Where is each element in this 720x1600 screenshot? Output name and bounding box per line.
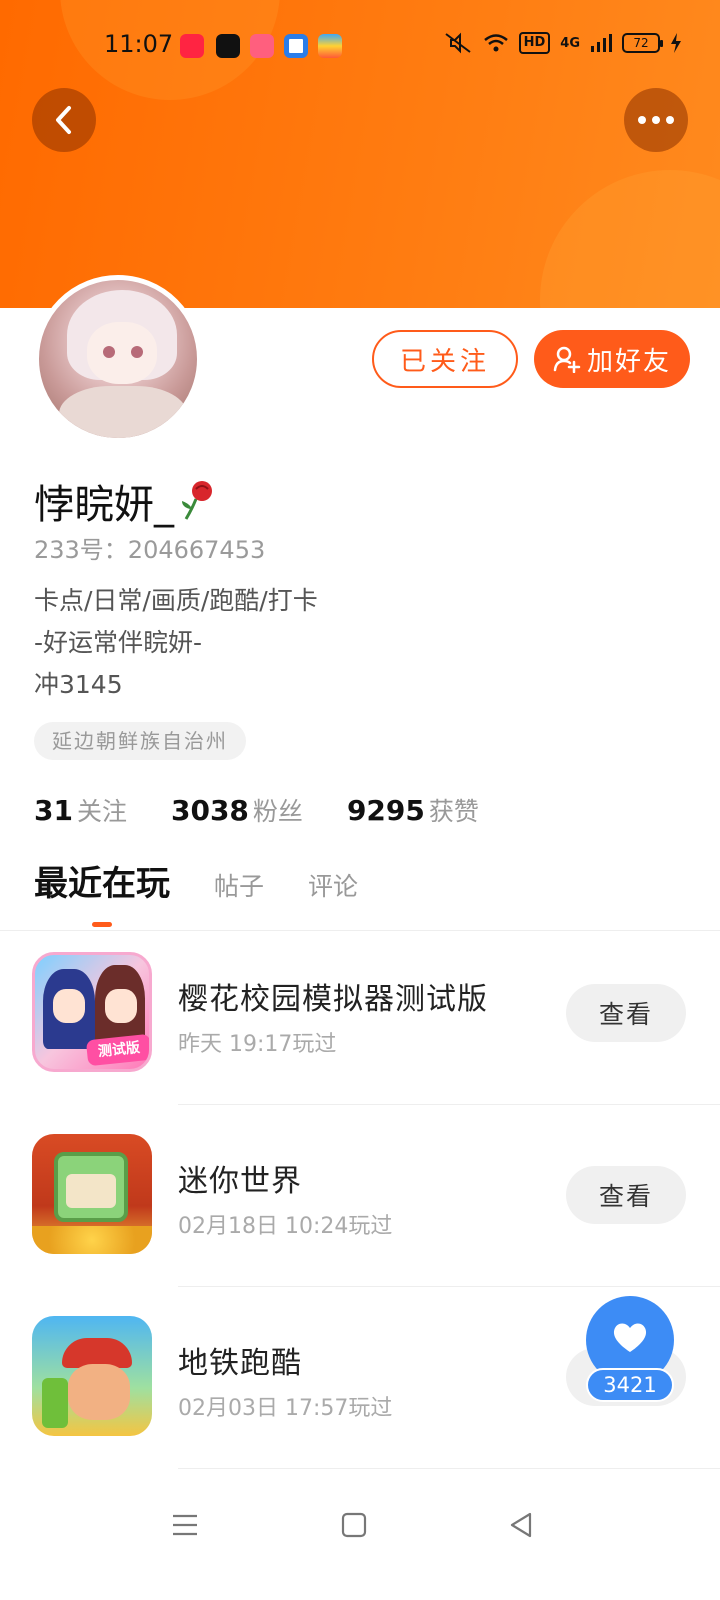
game-row[interactable]: 测试版 樱花校园模拟器测试版 昨天 19:17玩过 查看 [0, 952, 720, 1136]
divider [0, 930, 720, 931]
user-id: 233号：204667453 [34, 536, 266, 564]
add-user-icon [553, 346, 581, 373]
menu-icon[interactable] [172, 1512, 198, 1538]
stat-label: 关注 [76, 797, 127, 826]
status-indicators: HD 4G 72 [443, 32, 682, 54]
mini-world-game-icon[interactable] [32, 1134, 152, 1254]
browser-icon [284, 34, 308, 58]
icon-art [32, 1226, 152, 1254]
game-title: 樱花校园模拟器测试版 [178, 982, 488, 1017]
signal-icon [591, 34, 612, 52]
add-friend-label: 加好友 [586, 346, 671, 377]
music-icon [250, 34, 274, 58]
stat-label: 获赞 [428, 797, 479, 826]
like-count: 3421 [586, 1368, 674, 1402]
bio: 卡点/日常/画质/跑酷/打卡 -好运常伴睆妍- 冲3145 [34, 580, 318, 706]
profile-tabs: 最近在玩 帖子 评论 [34, 856, 358, 905]
subway-surfers-game-icon[interactable] [32, 1316, 152, 1436]
battery-indicator: 72 [622, 33, 663, 53]
tab-recently-played[interactable]: 最近在玩 [34, 856, 170, 905]
add-friend-button[interactable]: 加好友 [534, 330, 690, 388]
likes-stat[interactable]: 9295 获赞 [347, 792, 479, 828]
location-tag: 延边朝鲜族自治州 [34, 722, 246, 760]
avatar-art [87, 322, 157, 384]
stat-value: 31 [34, 794, 73, 827]
status-time: 11:07 [104, 30, 174, 58]
game-last-played: 02月18日 10:24玩过 [178, 1214, 393, 1239]
game-title: 迷你世界 [178, 1164, 302, 1199]
system-nav-bar [0, 1490, 720, 1560]
avatar[interactable] [34, 275, 202, 443]
view-game-button[interactable]: 查看 [566, 984, 686, 1042]
game-row[interactable]: 迷你世界 02月18日 10:24玩过 查看 [0, 1134, 720, 1318]
stat-label: 粉丝 [252, 797, 303, 826]
profile-stats: 31 关注 3038 粉丝 9295 获赞 [34, 792, 479, 828]
profile-header-banner: 11:07 HD 4G 72 [0, 0, 720, 308]
username-row: 悖睆妍_ [34, 472, 218, 530]
more-dots-icon [638, 116, 674, 124]
avatar-art [131, 346, 143, 358]
tab-posts[interactable]: 帖子 [214, 867, 264, 903]
game-last-played: 02月03日 17:57玩过 [178, 1396, 393, 1421]
view-game-button[interactable]: 查看 [566, 1166, 686, 1224]
banner-decoration [540, 170, 720, 308]
icon-art [68, 1364, 130, 1420]
icon-art [66, 1174, 116, 1208]
chevron-left-icon [56, 106, 71, 134]
active-tab-indicator [92, 922, 112, 927]
test-version-tag: 测试版 [85, 1033, 149, 1067]
home-icon[interactable] [341, 1512, 367, 1538]
rose-icon [182, 481, 212, 520]
icon-art [42, 1378, 68, 1428]
status-bar: 11:07 HD 4G 72 [0, 26, 720, 66]
avatar-art [103, 346, 115, 358]
stat-value: 3038 [170, 794, 249, 827]
bio-line: 卡点/日常/画质/跑酷/打卡 [34, 586, 318, 615]
network-type: 4G [560, 35, 580, 51]
stat-value: 9295 [346, 794, 425, 827]
heart-icon [613, 1323, 647, 1352]
followers-stat[interactable]: 3038 粉丝 [171, 792, 303, 828]
bio-line: -好运常伴睆妍- [34, 628, 203, 657]
icon-art [105, 989, 137, 1023]
game-title: 地铁跑酷 [178, 1346, 302, 1381]
following-stat[interactable]: 31 关注 [34, 792, 127, 828]
divider [178, 1468, 720, 1469]
more-options-button[interactable] [624, 88, 688, 152]
divider [178, 1286, 720, 1287]
mute-icon [445, 32, 471, 54]
wallet-icon [318, 34, 342, 58]
icon-art [53, 989, 85, 1023]
divider [178, 1104, 720, 1105]
charging-icon [671, 33, 681, 53]
followed-button[interactable]: 已关注 [372, 330, 518, 388]
app-icon [216, 34, 240, 58]
back-nav-icon[interactable] [508, 1512, 534, 1538]
game-last-played: 昨天 19:17玩过 [178, 1032, 337, 1057]
avatar-art [59, 386, 187, 438]
sakura-school-game-icon[interactable]: 测试版 [32, 952, 152, 1072]
xiaohongshu-icon [180, 34, 204, 58]
wifi-icon [483, 34, 508, 52]
bio-line: 冲3145 [34, 670, 123, 699]
back-button[interactable] [32, 88, 96, 152]
tab-comments[interactable]: 评论 [308, 867, 358, 903]
hd-badge: HD [518, 32, 551, 54]
username: 悖睆妍_ [34, 482, 174, 528]
